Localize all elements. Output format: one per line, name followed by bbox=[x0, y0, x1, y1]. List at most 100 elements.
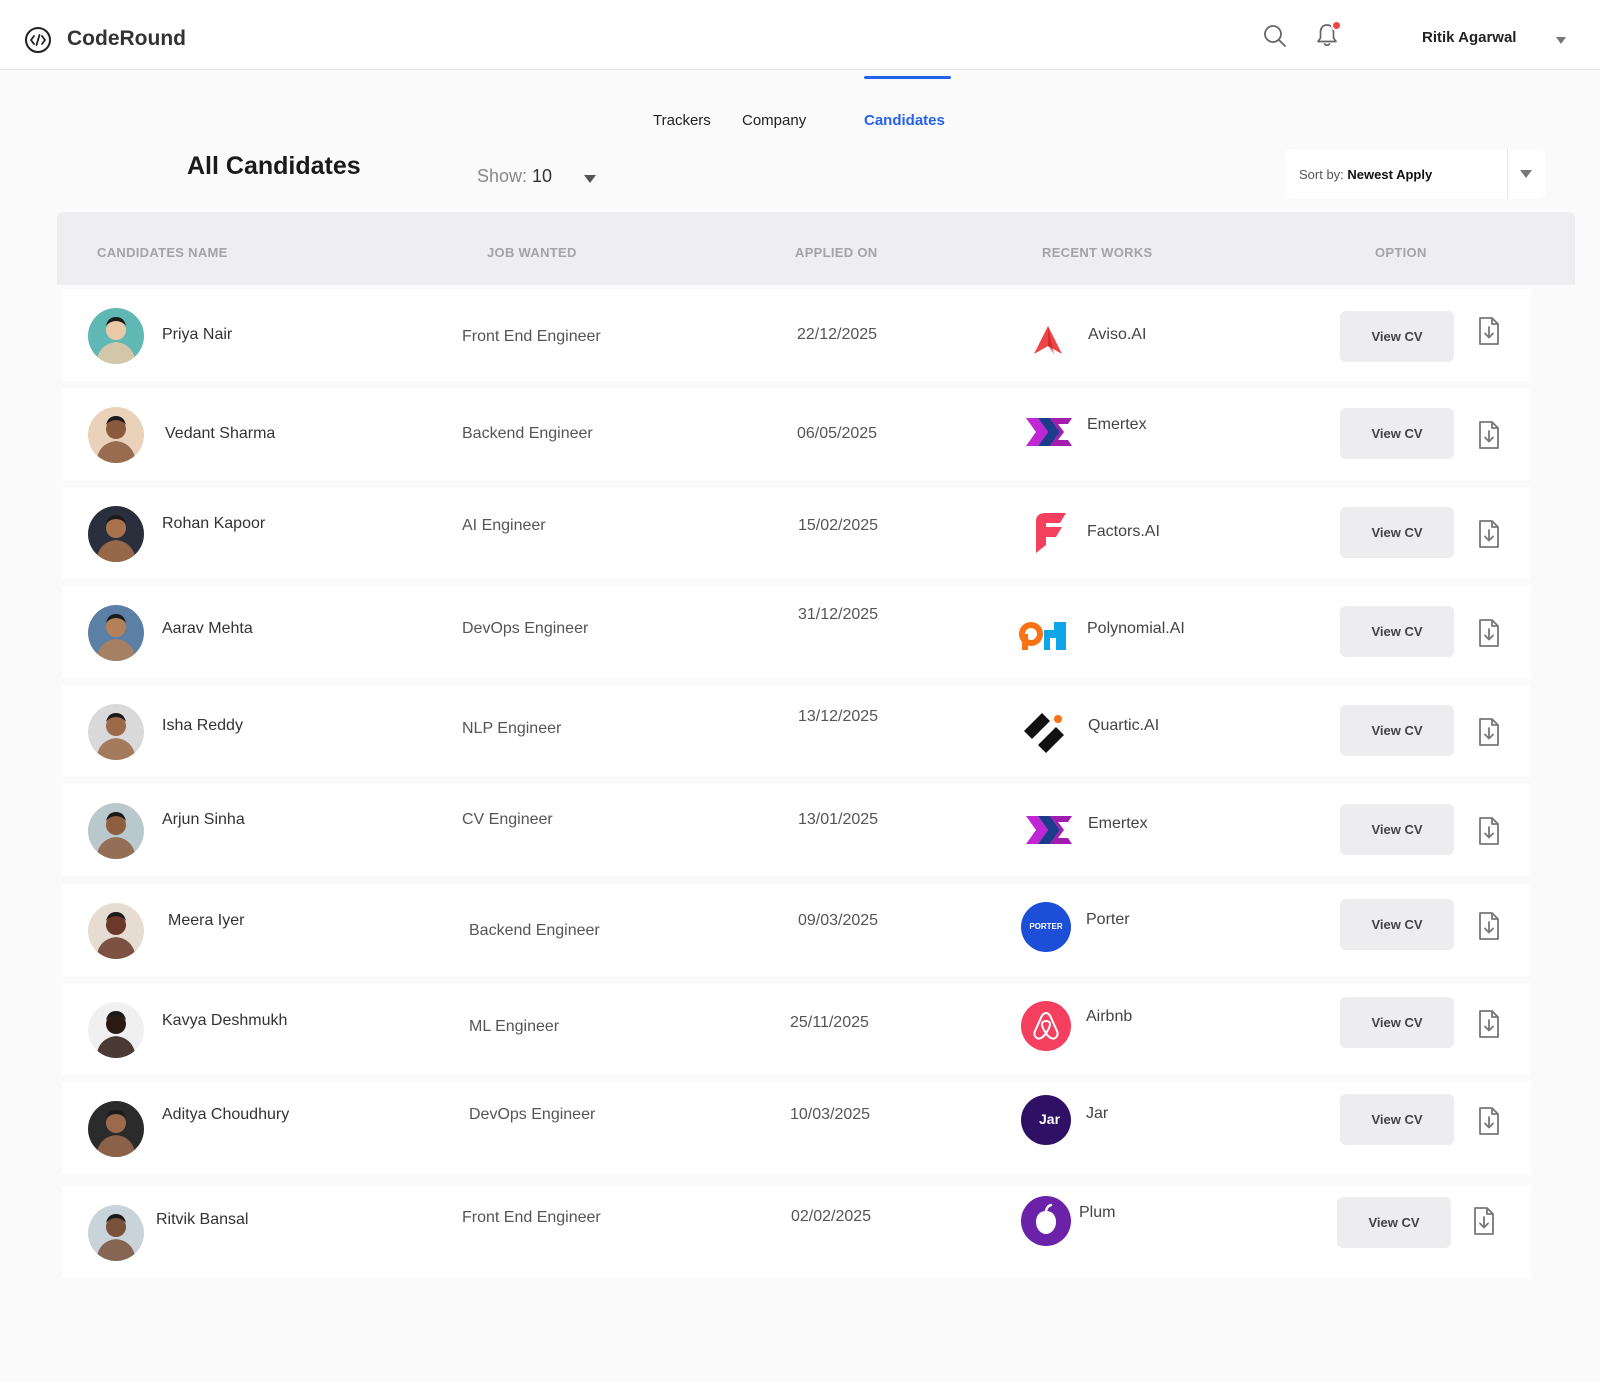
download-icon[interactable] bbox=[1477, 519, 1501, 554]
avatar[interactable] bbox=[88, 1101, 144, 1157]
candidate-name[interactable]: Aditya Choudhury bbox=[162, 1106, 289, 1124]
view-cv-button[interactable]: View CV bbox=[1340, 705, 1454, 756]
search-icon[interactable] bbox=[1263, 24, 1287, 53]
logo-text: Jar bbox=[1039, 1111, 1061, 1127]
table-header: CANDIDATES NAME JOB WANTED APPLIED ON RE… bbox=[57, 212, 1575, 285]
polynomial-logo bbox=[1017, 610, 1069, 662]
brand-name[interactable]: CodeRound bbox=[67, 27, 186, 51]
candidate-name[interactable]: Isha Reddy bbox=[162, 717, 243, 735]
avatar[interactable] bbox=[88, 903, 144, 959]
company-name: Airbnb bbox=[1086, 1008, 1133, 1025]
download-icon[interactable] bbox=[1477, 618, 1501, 653]
applied-date: 31/12/2025 bbox=[798, 606, 879, 623]
chevron-down-icon[interactable] bbox=[1556, 37, 1566, 44]
view-cv-button[interactable]: View CV bbox=[1340, 997, 1454, 1048]
company-name: Factors.AI bbox=[1087, 523, 1160, 540]
candidate-name[interactable]: Priya Nair bbox=[162, 326, 232, 344]
company-name: Quartic.AI bbox=[1088, 717, 1160, 734]
view-cv-button[interactable]: View CV bbox=[1340, 408, 1454, 459]
user-name[interactable]: Ritik Agarwal bbox=[1422, 29, 1516, 46]
applied-date: 09/03/2025 bbox=[798, 912, 879, 929]
download-icon[interactable] bbox=[1477, 816, 1501, 851]
job-wanted: AI Engineer bbox=[462, 517, 546, 534]
applied-date: 06/05/2025 bbox=[797, 425, 878, 442]
download-icon[interactable] bbox=[1477, 316, 1501, 351]
avatar[interactable] bbox=[88, 704, 144, 760]
avatar[interactable] bbox=[88, 1205, 144, 1261]
view-cv-button[interactable]: View CV bbox=[1340, 507, 1454, 558]
sort-select[interactable]: Sort by: Newest Apply bbox=[1285, 149, 1545, 199]
applied-date: 10/03/2025 bbox=[790, 1106, 871, 1123]
company-name: Emertex bbox=[1087, 416, 1147, 433]
table-row[interactable]: Priya Nair Front End Engineer 22/12/2025 Av… bbox=[62, 289, 1531, 381]
view-cv-button[interactable]: View CV bbox=[1340, 899, 1454, 950]
show-count-select[interactable]: Show: 10 bbox=[477, 166, 552, 187]
active-tab-indicator bbox=[864, 76, 951, 79]
candidate-name[interactable]: Meera Iyer bbox=[168, 912, 244, 930]
emertex-logo bbox=[1022, 804, 1074, 856]
plum-logo bbox=[1020, 1195, 1072, 1247]
table-row[interactable]: Kavya Deshmukh ML Engineer 25/11/2025 Airbn… bbox=[62, 983, 1531, 1075]
table-row[interactable]: Isha Reddy NLP Engineer 13/12/2025 Quartic.… bbox=[62, 685, 1531, 777]
avatar[interactable] bbox=[88, 308, 144, 364]
view-cv-button[interactable]: View CV bbox=[1337, 1197, 1451, 1248]
table-row[interactable]: Rohan Kapoor AI Engineer 15/02/2025 Factors… bbox=[62, 487, 1531, 579]
company-name: Porter bbox=[1086, 911, 1130, 928]
divider bbox=[1507, 149, 1508, 199]
col-job-wanted: JOB WANTED bbox=[487, 245, 577, 260]
col-candidates-name: CANDIDATES NAME bbox=[97, 245, 228, 260]
airbnb-logo bbox=[1020, 1000, 1072, 1052]
table-row[interactable]: Arjun Sinha CV Engineer 13/01/2025 Emertex V… bbox=[62, 784, 1531, 876]
applied-date: 13/12/2025 bbox=[798, 708, 879, 725]
aviso-logo bbox=[1022, 316, 1074, 368]
candidate-name[interactable]: Rohan Kapoor bbox=[162, 515, 265, 533]
view-cv-button[interactable]: View CV bbox=[1340, 606, 1454, 657]
table-row[interactable]: Meera Iyer Backend Engineer 09/03/2025 Port… bbox=[62, 884, 1531, 976]
job-wanted: ML Engineer bbox=[469, 1018, 560, 1035]
show-value: 10 bbox=[532, 166, 553, 186]
candidate-name[interactable]: Aarav Mehta bbox=[162, 620, 253, 638]
tab-candidates[interactable]: Candidates bbox=[864, 112, 945, 129]
job-wanted: DevOps Engineer bbox=[469, 1106, 596, 1123]
col-option: OPTION bbox=[1375, 245, 1427, 260]
table-row[interactable]: Aarav Mehta DevOps Engineer 31/12/2025 Poly… bbox=[62, 586, 1531, 678]
candidate-name[interactable]: Vedant Sharma bbox=[165, 425, 275, 443]
avatar[interactable] bbox=[88, 407, 144, 463]
candidate-name[interactable]: Ritvik Bansal bbox=[156, 1211, 248, 1229]
tab-company[interactable]: Company bbox=[742, 112, 806, 129]
download-icon[interactable] bbox=[1477, 420, 1501, 455]
applied-date: 02/02/2025 bbox=[791, 1208, 872, 1225]
candidate-name[interactable]: Kavya Deshmukh bbox=[162, 1012, 287, 1030]
table-row[interactable]: Aditya Choudhury DevOps Engineer 10/03/202… bbox=[62, 1082, 1531, 1174]
table-row[interactable]: Vedant Sharma Backend Engineer 06/05/2025 E… bbox=[62, 388, 1531, 480]
job-wanted: Backend Engineer bbox=[462, 425, 593, 442]
quartic-logo bbox=[1020, 705, 1072, 757]
avatar[interactable] bbox=[88, 803, 144, 859]
applied-date: 22/12/2025 bbox=[797, 326, 878, 343]
download-icon[interactable] bbox=[1472, 1206, 1496, 1241]
chevron-down-icon[interactable] bbox=[584, 175, 596, 183]
download-icon[interactable] bbox=[1477, 1106, 1501, 1141]
candidate-name[interactable]: Arjun Sinha bbox=[162, 811, 245, 829]
tab-trackers[interactable]: Trackers bbox=[653, 112, 711, 129]
avatar[interactable] bbox=[88, 506, 144, 562]
download-icon[interactable] bbox=[1477, 1009, 1501, 1044]
logo-text: PORTER bbox=[1029, 922, 1063, 931]
sort-label: Sort by: bbox=[1299, 167, 1344, 182]
download-icon[interactable] bbox=[1477, 717, 1501, 752]
col-recent-works: RECENT WORKS bbox=[1042, 245, 1153, 260]
company-name: Plum bbox=[1079, 1204, 1116, 1221]
chevron-down-icon[interactable] bbox=[1520, 170, 1532, 178]
page-title: All Candidates bbox=[187, 152, 361, 180]
avatar[interactable] bbox=[88, 605, 144, 661]
view-cv-button[interactable]: View CV bbox=[1340, 804, 1454, 855]
top-header: CodeRound Ritik Agarwal bbox=[0, 0, 1600, 70]
job-wanted: Backend Engineer bbox=[469, 922, 600, 939]
avatar[interactable] bbox=[88, 1002, 144, 1058]
applied-date: 15/02/2025 bbox=[798, 517, 879, 534]
code-logo-icon[interactable] bbox=[25, 27, 51, 53]
download-icon[interactable] bbox=[1477, 911, 1501, 946]
view-cv-button[interactable]: View CV bbox=[1340, 1094, 1454, 1145]
view-cv-button[interactable]: View CV bbox=[1340, 311, 1454, 362]
table-row[interactable]: Ritvik Bansal Front End Engineer 02/02/202… bbox=[62, 1186, 1531, 1278]
